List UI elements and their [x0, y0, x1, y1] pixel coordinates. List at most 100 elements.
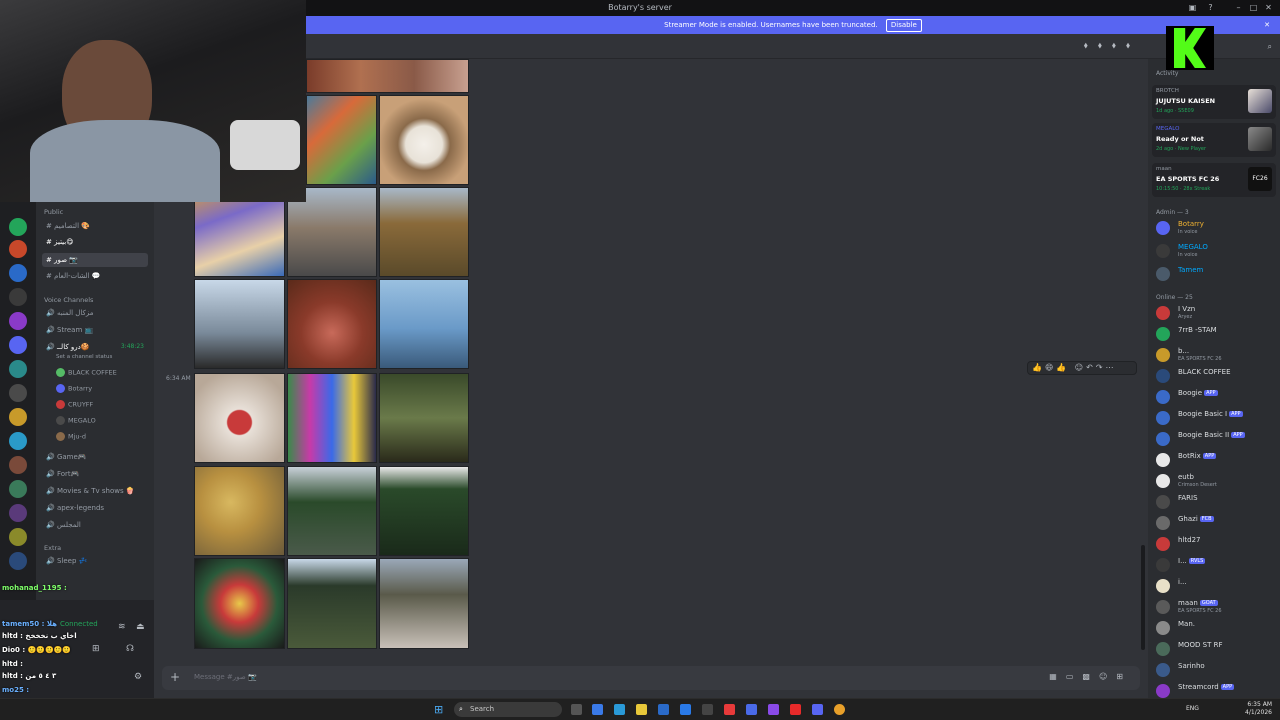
app-icon[interactable] [658, 704, 669, 715]
member-item[interactable]: Boogie Basic II APP [1156, 430, 1276, 448]
member-item[interactable]: Botarry In voice [1156, 219, 1276, 237]
voice-user[interactable]: Botarry [56, 384, 92, 393]
member-item[interactable]: Man. [1156, 619, 1276, 637]
member-item[interactable]: Boogie Basic I APP [1156, 409, 1276, 427]
member-item[interactable]: I Vzn Aryez [1156, 304, 1276, 322]
voice-user[interactable]: MEGALO [56, 416, 96, 425]
member-item[interactable]: FARIS [1156, 493, 1276, 511]
server-icon[interactable] [9, 288, 27, 306]
category-extra[interactable]: Extra [44, 544, 61, 552]
disable-button[interactable]: Disable [885, 19, 922, 32]
member-item[interactable]: eutb Crimson Desert [1156, 472, 1276, 490]
photo[interactable] [194, 558, 285, 649]
photo[interactable] [379, 279, 469, 369]
voice-channel[interactable]: 🔊 apex-legends [42, 501, 148, 515]
voice-user[interactable]: CRUYFF [56, 400, 93, 409]
member-item[interactable]: Sarinho [1156, 661, 1276, 679]
category-public[interactable]: Public [44, 208, 63, 216]
member-item[interactable]: BotRix APP [1156, 451, 1276, 469]
photo[interactable] [287, 558, 377, 649]
channel-text[interactable]: # التصاميم 🎨 [42, 219, 148, 233]
server-icon[interactable] [9, 336, 27, 354]
member-item[interactable]: 7rrB -STAM [1156, 325, 1276, 343]
photo[interactable] [379, 95, 469, 185]
server-icon[interactable] [9, 264, 27, 282]
member-item[interactable]: Tamem [1156, 265, 1276, 283]
server-icon[interactable] [9, 432, 27, 450]
windows-start-icon[interactable]: ⊞ [434, 703, 443, 716]
app-icon[interactable] [768, 704, 779, 715]
server-icon[interactable] [9, 480, 27, 498]
photo[interactable] [287, 373, 377, 463]
photo[interactable] [287, 279, 377, 369]
photo[interactable] [379, 187, 469, 277]
scrollbar[interactable] [1141, 545, 1145, 650]
banner-close-icon[interactable]: ✕ [1264, 16, 1270, 34]
photo[interactable] [306, 59, 469, 93]
channel-status[interactable]: Set a channel status [56, 354, 112, 360]
server-icon[interactable] [9, 218, 27, 236]
member-item[interactable]: BLACK COFFEE [1156, 367, 1276, 385]
server-icon[interactable] [9, 360, 27, 378]
voice-channel[interactable]: 🔊 Game🎮 [42, 450, 148, 464]
app-icon[interactable] [746, 704, 757, 715]
taskbar-search[interactable]: ⌕ Search [454, 702, 562, 717]
maximize-icon[interactable]: □ [1249, 3, 1258, 12]
member-item[interactable]: MEGALO In voice [1156, 242, 1276, 260]
mail-icon[interactable] [680, 704, 691, 715]
channel-text-selected[interactable]: # صور 📷 [42, 253, 148, 267]
app-icon[interactable] [592, 704, 603, 715]
photo[interactable] [194, 279, 285, 369]
voice-channel[interactable]: 🔊 مزكال المنبه [42, 306, 148, 320]
server-icon[interactable] [9, 408, 27, 426]
server-icon[interactable] [9, 504, 27, 522]
member-item[interactable]: Boogie APP [1156, 388, 1276, 406]
activity-card[interactable]: MEGALO Ready or Not 2d ago · New Player [1152, 123, 1276, 157]
voice-user[interactable]: Mju-d [56, 432, 86, 441]
app-icon[interactable] [702, 704, 713, 715]
server-icon[interactable] [9, 240, 27, 258]
inbox-icon[interactable]: ▣ [1188, 3, 1197, 12]
channel-text[interactable]: # بيتيز😋 [42, 235, 148, 249]
language-indicator[interactable]: ENG [1186, 705, 1199, 712]
edge-icon[interactable] [614, 704, 625, 715]
member-item[interactable]: hltd27 [1156, 535, 1276, 553]
voice-channel[interactable]: 🔊 Stream 📺 [42, 323, 148, 337]
member-item[interactable]: i... [1156, 577, 1276, 595]
voice-user[interactable]: BLACK COFFEE [56, 368, 117, 377]
member-item[interactable]: maan GOAT EA SPORTS FC 26 [1156, 598, 1276, 616]
server-icon[interactable] [9, 528, 27, 546]
photo[interactable] [379, 466, 469, 556]
server-icon[interactable] [9, 456, 27, 474]
message-composer[interactable]: + Message #صور 📷 ▦▭▩☺⊞ [162, 666, 1140, 690]
task-view-icon[interactable] [571, 704, 582, 715]
composer-tools-icon[interactable]: ▦▭▩☺⊞ [1049, 672, 1132, 681]
message-actions-bar[interactable]: 👍😄👍 ☺↶↷⋯ [1027, 361, 1137, 375]
youtube-icon[interactable] [790, 704, 801, 715]
discord-icon[interactable] [812, 704, 823, 715]
member-item[interactable]: b... EA SPORTS FC 26 [1156, 346, 1276, 364]
help-icon[interactable]: ? [1206, 3, 1215, 12]
voice-channel[interactable]: 🔊 Movies & Tv shows 🍿 [42, 484, 148, 498]
server-icon[interactable] [9, 312, 27, 330]
system-clock[interactable]: 6:35 AM 4/1/2026 [1245, 701, 1272, 717]
member-item[interactable]: I... RVLS [1156, 556, 1276, 574]
voice-channel[interactable]: 🔊 Fort🎮 [42, 467, 148, 481]
photo[interactable] [287, 466, 377, 556]
file-explorer-icon[interactable] [636, 704, 647, 715]
search-icon[interactable]: ⌕ [1268, 42, 1272, 52]
member-item[interactable]: MOOD ST RF [1156, 640, 1276, 658]
photo[interactable] [379, 373, 469, 463]
activity-card[interactable]: maan EA SPORTS FC 26 10:15:50 · 28x Stre… [1152, 163, 1276, 197]
voice-channel-active[interactable]: 🔊 درو كالــ🍪 3:48:23 [42, 340, 148, 354]
close-icon[interactable]: ✕ [1264, 3, 1273, 12]
add-attachment-icon[interactable]: + [170, 670, 180, 684]
photo[interactable] [194, 373, 285, 463]
voice-channel[interactable]: 🔊 المجلس [42, 518, 148, 532]
composer-placeholder[interactable]: Message #صور 📷 [194, 673, 257, 681]
member-item[interactable]: Ghazi FCB [1156, 514, 1276, 532]
photo[interactable] [306, 95, 377, 185]
photo[interactable] [379, 558, 469, 649]
app-icon[interactable] [724, 704, 735, 715]
channel-text[interactable]: # الشات-العام 💬 [42, 269, 148, 283]
